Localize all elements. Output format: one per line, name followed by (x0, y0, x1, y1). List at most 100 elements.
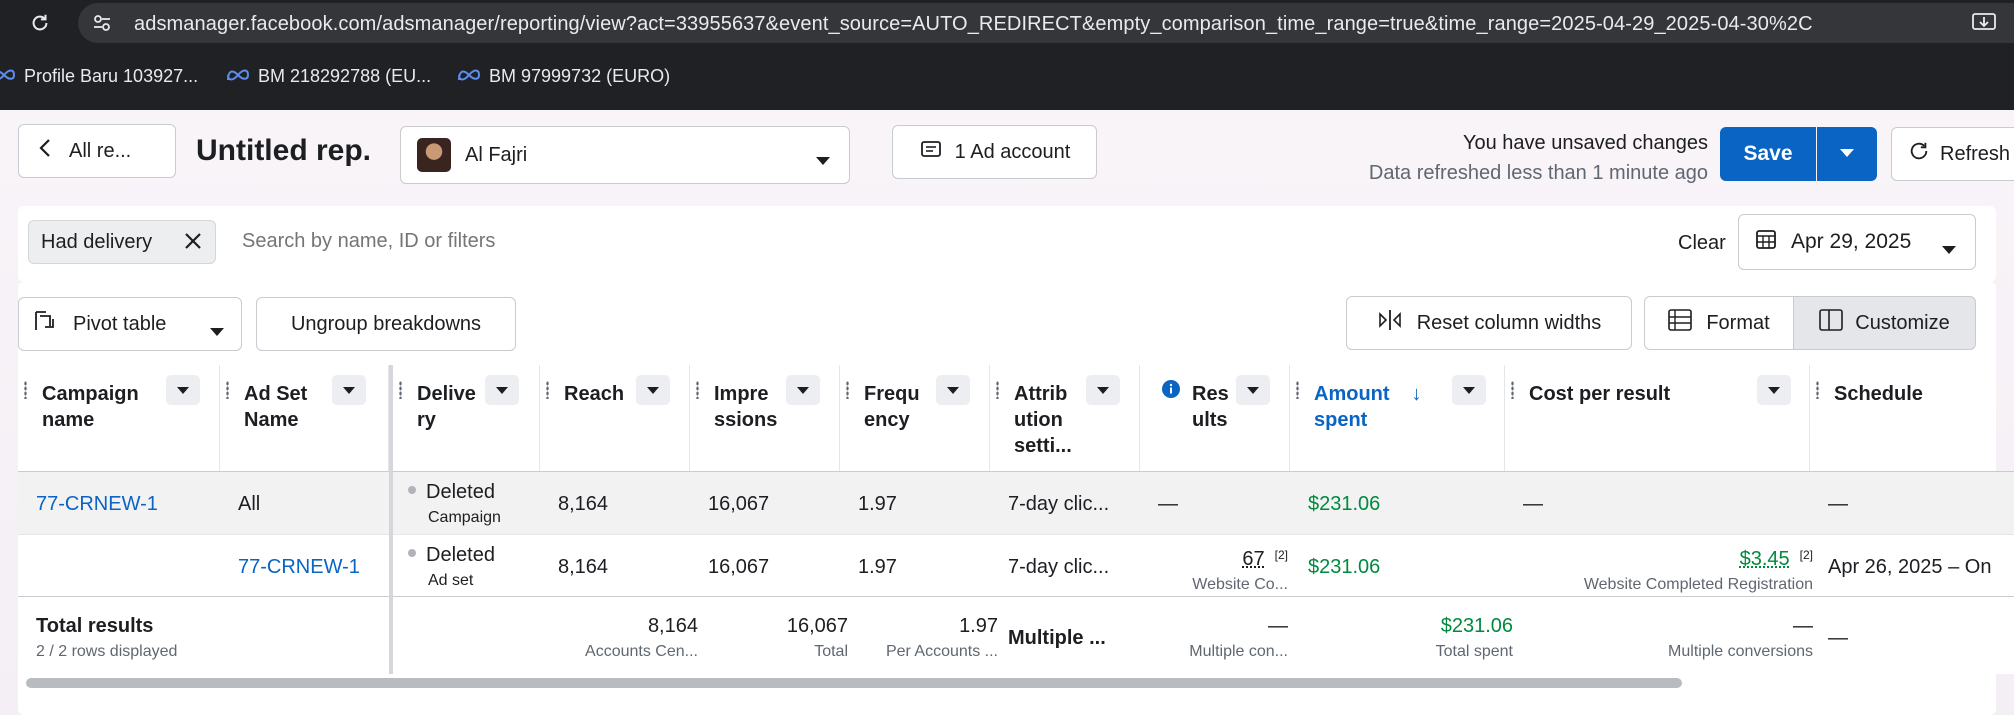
ad-account-button[interactable]: 1 Ad account (892, 125, 1097, 179)
column-menu-button[interactable] (786, 375, 820, 405)
totals-row: Total results 2 / 2 rows displayed 8,164… (18, 596, 2014, 674)
drag-handle-icon[interactable] (399, 381, 402, 399)
column-menu-button[interactable] (636, 375, 670, 405)
column-header-cost-per-result[interactable]: Cost per result (1505, 365, 1810, 474)
total-reach-caption: Accounts Cen... (585, 643, 698, 660)
search-input[interactable] (242, 230, 842, 253)
bookmark-label: BM 97999732 (EURO) (489, 66, 671, 86)
header-line: ry (417, 409, 436, 431)
close-icon[interactable] (183, 231, 203, 257)
column-menu-button[interactable] (1086, 375, 1120, 405)
column-header-delivery[interactable]: Delive ry (393, 365, 540, 474)
drag-handle-icon[interactable] (1296, 381, 1299, 399)
column-menu-button[interactable] (332, 375, 366, 405)
columns-icon (1819, 309, 1844, 337)
amount-spent-value: $231.06 (1308, 493, 1381, 515)
avatar (417, 138, 451, 172)
drag-handle-icon[interactable] (546, 381, 549, 399)
save-options-button[interactable] (1817, 127, 1877, 181)
header-line: Amount (1314, 383, 1390, 405)
column-menu-button[interactable] (166, 375, 200, 405)
header-line: Attrib (1014, 383, 1068, 405)
column-menu-button[interactable] (485, 375, 519, 405)
campaign-name-link[interactable]: 77-CRNEW-1 (36, 493, 158, 516)
impressions-value: 16,067 (708, 493, 770, 515)
header-line: Name (244, 409, 299, 431)
date-range-picker[interactable]: Apr 29, 2025 (1738, 214, 1976, 270)
results-value[interactable]: 67 (1242, 548, 1264, 570)
column-menu-button[interactable] (1757, 375, 1791, 405)
column-header-impressions[interactable]: Impre ssions (690, 365, 840, 474)
total-reach: 8,164 (647, 615, 698, 637)
header-line: Impre (714, 383, 769, 405)
horizontal-scrollbar[interactable] (26, 678, 1682, 688)
delivery-status: Deleted (426, 481, 495, 503)
impressions-value: 16,067 (708, 556, 770, 578)
refresh-button[interactable]: Refresh (1891, 127, 2014, 181)
pivot-table-button[interactable]: Pivot table (18, 297, 242, 351)
results-value: — (1158, 493, 1178, 515)
refresh-icon (1908, 140, 1930, 168)
drag-handle-icon[interactable] (1816, 381, 1819, 399)
column-menu-button[interactable] (936, 375, 970, 405)
header-line: ution (1014, 409, 1063, 431)
total-cost-caption: Multiple conversions (1668, 643, 1813, 660)
bookmark-item[interactable]: Profile Baru 103927... (0, 66, 198, 87)
results-type: Website Co... (1192, 576, 1288, 593)
bookmark-item[interactable]: BM 218292788 (EU... (226, 66, 431, 87)
drag-handle-icon[interactable] (226, 381, 229, 399)
account-selector[interactable]: Al Fajri (400, 126, 850, 184)
info-icon[interactable] (1162, 379, 1180, 405)
caret-down-icon (209, 320, 225, 343)
reload-icon[interactable] (26, 9, 54, 37)
delivery-cell: Deleted Ad set (408, 543, 495, 593)
column-resize-icon (1377, 309, 1403, 337)
format-button[interactable]: Format (1644, 296, 1794, 350)
column-header-attribution-setting[interactable]: Attrib ution setti... (990, 365, 1140, 474)
delivery-cell: Deleted Campaign (408, 480, 501, 530)
clear-button[interactable]: Clear (1678, 232, 1726, 255)
site-settings-icon[interactable] (92, 13, 112, 33)
header-line: Schedule (1834, 383, 1923, 405)
address-bar[interactable]: adsmanager.facebook.com/adsmanager/repor… (78, 3, 2014, 43)
filter-chip[interactable]: Had delivery (28, 220, 216, 264)
customize-button[interactable]: Customize (1793, 296, 1976, 350)
column-header-campaign-name[interactable]: Campaign name (18, 365, 220, 474)
drag-handle-icon[interactable] (24, 381, 27, 399)
adset-name-link[interactable]: 77-CRNEW-1 (238, 556, 360, 579)
ad-account-label: 1 Ad account (954, 140, 1071, 163)
header-line: spent (1314, 409, 1368, 431)
install-app-icon[interactable] (1972, 13, 1996, 33)
table-row[interactable]: 77-CRNEW-1 All Deleted Campaign 8,164 16… (18, 472, 2014, 534)
sort-desc-icon[interactable]: ↓ (1412, 383, 1422, 405)
caret-down-icon (1941, 237, 1957, 261)
frequency-value: 1.97 (858, 493, 897, 515)
column-header-results[interactable]: Res ults (1140, 365, 1290, 474)
column-header-schedule[interactable]: Schedule (1810, 365, 2014, 474)
table-row[interactable]: 77-CRNEW-1 Deleted Ad set 8,164 16,067 1… (18, 534, 2014, 596)
cost-per-result-value[interactable]: $3.45 (1740, 548, 1790, 570)
drag-handle-icon[interactable] (846, 381, 849, 399)
total-frequency-caption: Per Accounts ... (885, 643, 998, 660)
reset-column-widths-button[interactable]: Reset column widths (1346, 296, 1632, 350)
column-menu-button[interactable] (1236, 375, 1270, 405)
back-to-reports-button[interactable]: All re... (18, 124, 176, 178)
ungroup-breakdowns-button[interactable]: Ungroup breakdowns (256, 297, 516, 351)
total-attribution: Multiple ... (1008, 627, 1106, 649)
report-title[interactable]: Untitled rep. (196, 134, 371, 168)
column-menu-button[interactable] (1452, 375, 1486, 405)
drag-handle-icon[interactable] (696, 381, 699, 399)
total-impressions: 16,067 (786, 615, 848, 637)
delivery-status: Deleted (426, 544, 495, 566)
column-header-amount-spent[interactable]: Amount ↓ spent (1290, 365, 1505, 474)
save-button[interactable]: Save (1720, 127, 1816, 181)
date-range-label: Apr 29, 2025 (1791, 230, 1912, 253)
bookmark-item[interactable]: BM 97999732 (EURO) (457, 66, 670, 87)
total-frequency: 1.97 (959, 615, 998, 637)
column-header-reach[interactable]: Reach (540, 365, 690, 474)
drag-handle-icon[interactable] (996, 381, 999, 399)
drag-handle-icon[interactable] (1511, 381, 1514, 399)
column-header-ad-set-name[interactable]: Ad Set Name (220, 365, 389, 474)
column-header-frequency[interactable]: Frequ ency (840, 365, 990, 474)
refresh-status: Data refreshed less than 1 minute ago (1368, 162, 1708, 184)
